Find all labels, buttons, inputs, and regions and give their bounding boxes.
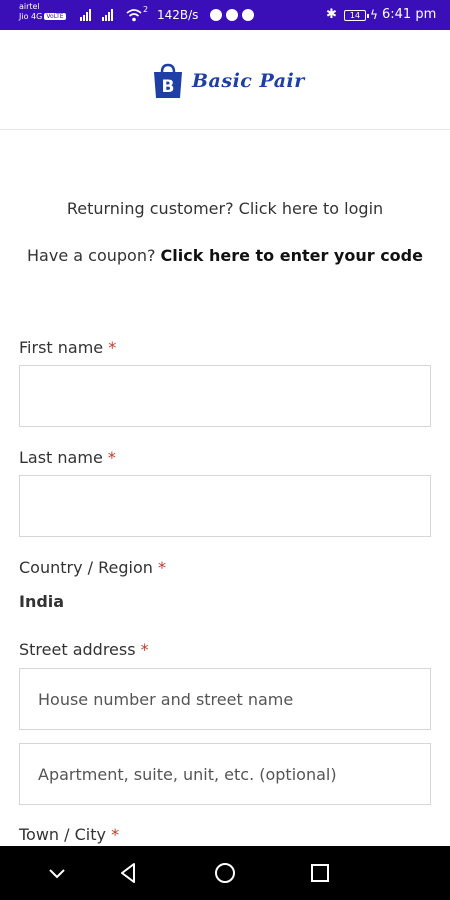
town-city-label: Town / City *	[19, 825, 119, 844]
brand-name[interactable]: Basic Pair	[192, 70, 305, 92]
battery-level: 14	[349, 11, 361, 20]
charging-icon: ϟ	[370, 8, 378, 22]
apartment-field[interactable]	[19, 743, 431, 805]
carrier-1: airtel	[19, 2, 40, 11]
phone-icon	[226, 9, 238, 21]
chevron-down-icon[interactable]	[42, 858, 72, 888]
country-label: Country / Region *	[19, 558, 166, 577]
status-bar: airtel Jio 4G VoLTE 2 142B/s ✱ 14 ϟ 6:41 …	[0, 0, 450, 30]
required-mark: *	[107, 448, 116, 467]
recent-apps-icon[interactable]	[305, 858, 335, 888]
message-icon	[242, 9, 254, 21]
shopping-bag-logo-icon[interactable]: B	[150, 62, 186, 100]
last-name-label: Last name *	[19, 448, 116, 467]
logo-letter: B	[162, 77, 175, 97]
first-name-label-text: First name	[19, 338, 104, 357]
enter-coupon-link[interactable]: Click here to enter your code	[161, 246, 423, 265]
first-name-field[interactable]	[19, 365, 431, 427]
notification-icon	[210, 9, 222, 21]
coupon-prefix: Have a coupon?	[27, 246, 156, 265]
volte-badge: VoLTE	[44, 13, 66, 20]
street-address-label: Street address *	[19, 640, 149, 659]
required-mark: *	[111, 825, 120, 844]
carrier-2: Jio 4G	[19, 12, 43, 21]
signal-icon	[80, 9, 91, 21]
home-icon[interactable]	[210, 858, 240, 888]
battery-icon: 14	[344, 10, 369, 21]
required-mark: *	[158, 558, 166, 577]
last-name-label-text: Last name	[19, 448, 103, 467]
returning-customer-link[interactable]: Returning customer? Click here to login	[0, 199, 450, 218]
bluetooth-icon: ✱	[326, 7, 337, 22]
last-name-field[interactable]	[19, 475, 431, 537]
carrier-info: airtel Jio 4G VoLTE	[19, 2, 66, 22]
coupon-line: Have a coupon? Click here to enter your …	[0, 246, 450, 265]
back-icon[interactable]	[114, 858, 144, 888]
signal-icon	[102, 9, 113, 21]
wifi-icon	[126, 9, 142, 22]
wifi-label: 2	[143, 5, 149, 14]
street-address-field[interactable]	[19, 668, 431, 730]
first-name-label: First name *	[19, 338, 116, 357]
network-speed: 142B/s	[157, 8, 199, 22]
required-mark: *	[108, 338, 117, 357]
required-mark: *	[140, 640, 149, 659]
navigation-bar	[0, 846, 450, 900]
site-header: B Basic Pair	[0, 30, 450, 130]
country-value: India	[19, 592, 65, 611]
town-label-text: Town / City	[19, 825, 106, 844]
clock: 6:41 pm	[382, 7, 437, 22]
street-label-text: Street address	[19, 640, 136, 659]
country-label-text: Country / Region	[19, 558, 153, 577]
